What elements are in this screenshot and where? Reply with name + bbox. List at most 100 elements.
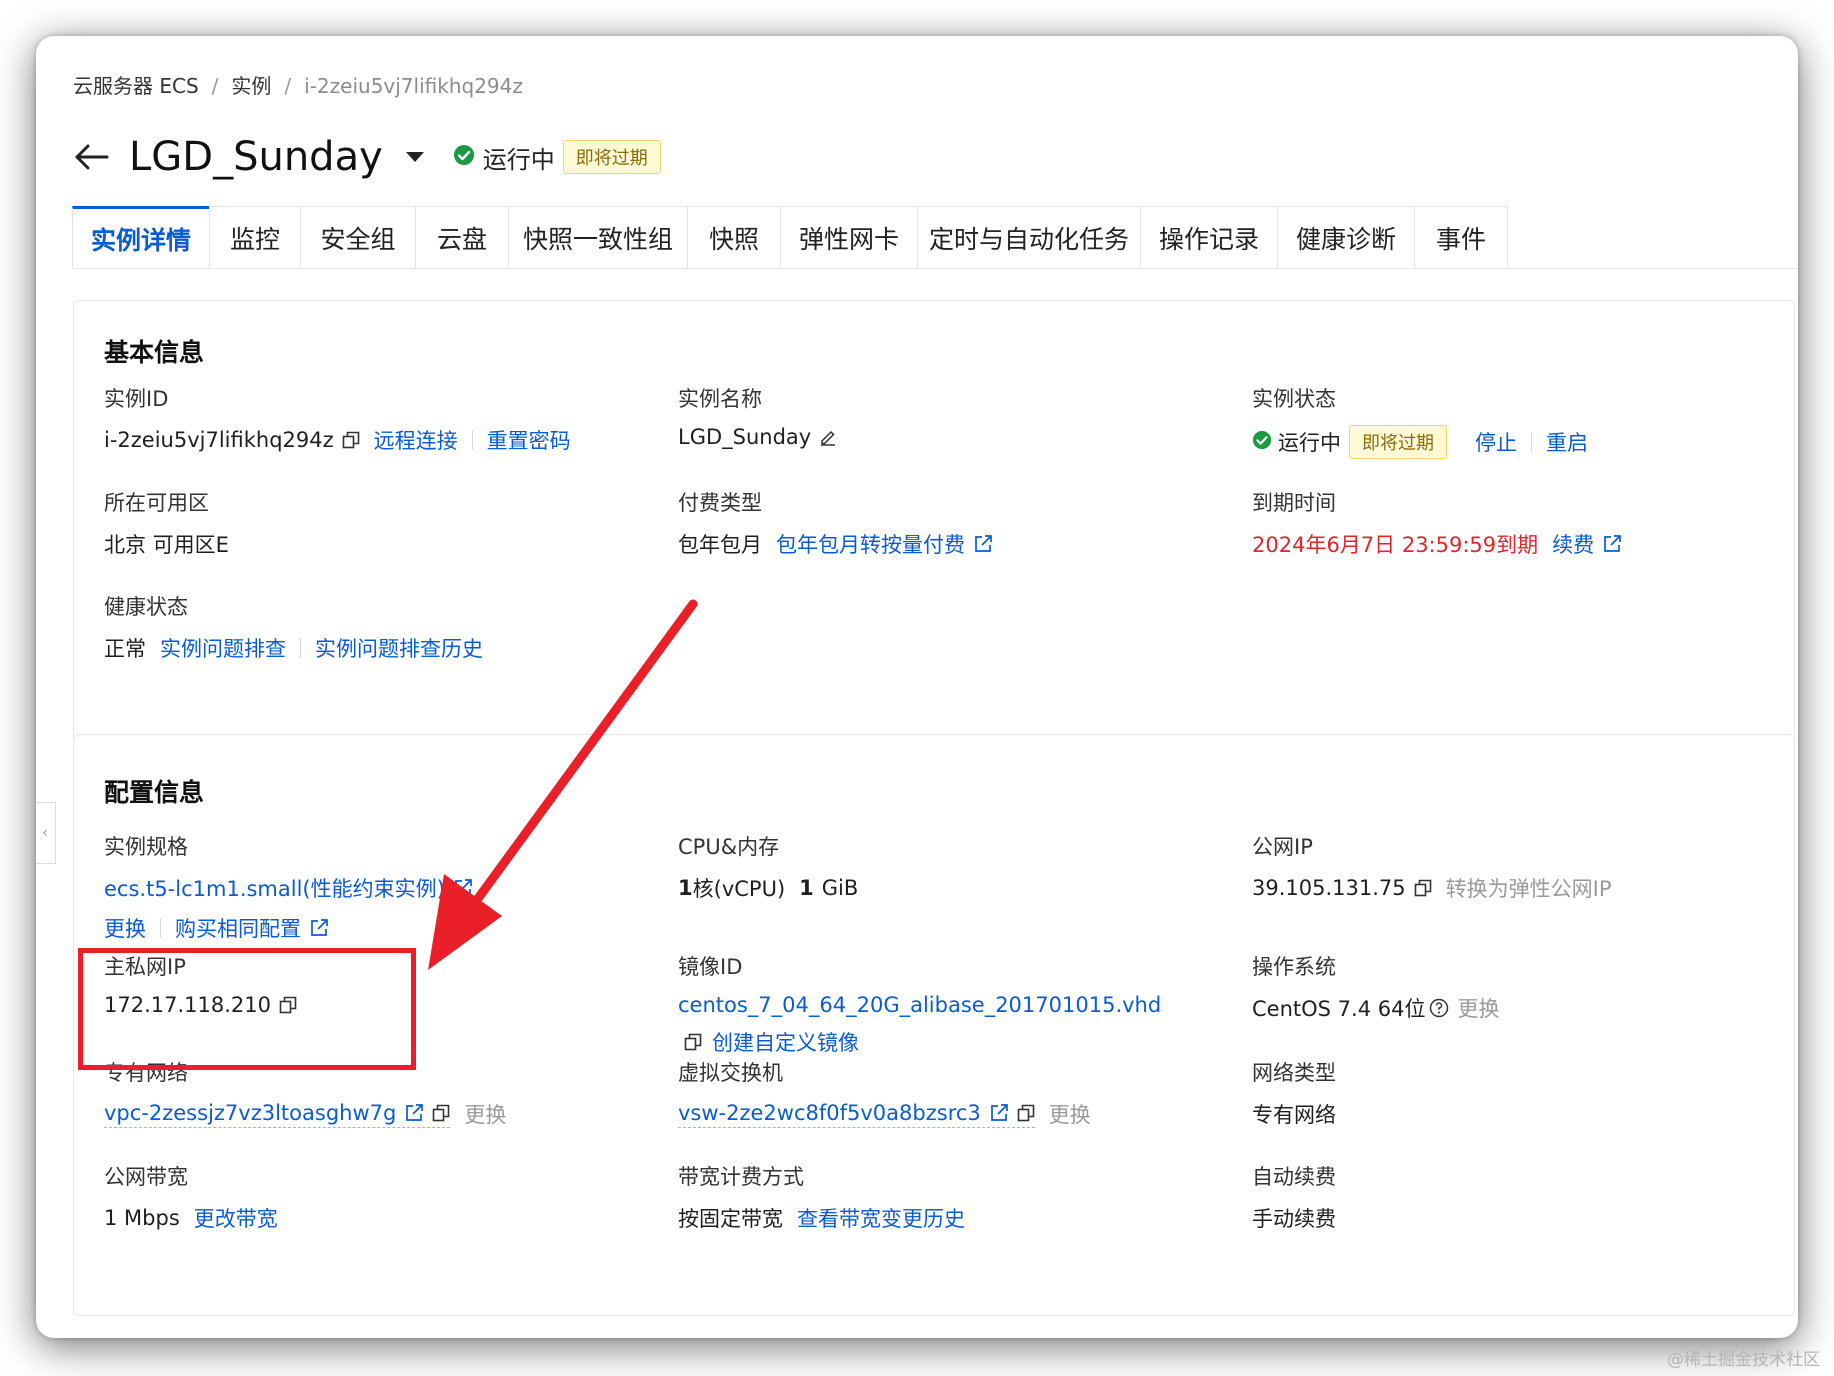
copy-icon[interactable] [1017, 1104, 1035, 1122]
divider [300, 638, 301, 658]
external-link-icon[interactable] [1602, 534, 1622, 554]
instance-id-value: i-2zeiu5vj7lifikhq294z [104, 428, 334, 452]
check-circle-icon [453, 144, 475, 170]
copy-icon[interactable] [1414, 879, 1432, 897]
instance-name-value: LGD_Sunday [678, 425, 812, 449]
field-vswitch: 虚拟交换机 vsw-2ze2wc8f0f5v0a8bzsrc3 更换 [678, 1057, 1091, 1129]
tab-snapshots[interactable]: 快照 [687, 206, 781, 268]
health-status-value: 正常 [104, 637, 146, 661]
tab-health-diagnosis[interactable]: 健康诊断 [1277, 206, 1415, 268]
troubleshoot-link[interactable]: 实例问题排查 [160, 633, 286, 663]
config-info-title: 配置信息 [104, 778, 205, 807]
change-os-action[interactable]: 更换 [1457, 993, 1499, 1023]
image-id-link[interactable]: centos_7_04_64_20G_alibase_201701015.vhd [678, 993, 1161, 1017]
convert-to-eip-action[interactable]: 转换为弹性公网IP [1446, 873, 1612, 903]
copy-icon[interactable] [684, 1033, 702, 1051]
instance-spec-link[interactable]: ecs.t5-lc1m1.small(性能约束实例) [104, 873, 445, 903]
field-label: 操作系统 [1252, 955, 1336, 979]
tab-monitoring[interactable]: 监控 [209, 206, 301, 268]
field-network-type: 网络类型 专有网络 [1252, 1057, 1336, 1129]
field-label: 公网带宽 [104, 1165, 188, 1189]
field-label: 带宽计费方式 [678, 1165, 804, 1189]
status-text: 运行中 [482, 145, 555, 174]
cpu-count: 1 [678, 876, 693, 900]
bandwidth-value: 1 Mbps [104, 1206, 180, 1230]
breadcrumb-separator: / [284, 74, 292, 98]
reset-password-link[interactable]: 重置密码 [487, 425, 571, 455]
change-spec-link[interactable]: 更换 [104, 913, 146, 943]
field-label: 实例名称 [678, 387, 762, 411]
vpc-link[interactable]: vpc-2zessjz7vz3ltoasghw7g [104, 1101, 396, 1125]
switch-to-pay-as-you-go-link[interactable]: 包年包月转按量付费 [776, 529, 965, 559]
status-badge: 即将过期 [562, 140, 661, 174]
auto-renew-value: 手动续费 [1252, 1207, 1336, 1231]
external-link-icon[interactable] [309, 918, 329, 938]
renew-link[interactable]: 续费 [1552, 529, 1594, 559]
tab-security-group[interactable]: 安全组 [300, 206, 416, 268]
page-header: LGD_Sunday 运行中 即将过期 [73, 122, 661, 192]
field-public-ip: 公网IP 39.105.131.75 转换为弹性公网IP [1252, 831, 1612, 903]
chevron-down-icon[interactable] [405, 148, 425, 167]
memory-size: 1 [799, 876, 814, 900]
copy-icon[interactable] [342, 431, 360, 449]
vswitch-link[interactable]: vsw-2ze2wc8f0f5v0a8bzsrc3 [678, 1101, 981, 1125]
cpu-unit: 核(vCPU) [692, 877, 786, 901]
field-instance-spec: 实例规格 ecs.t5-lc1m1.small(性能约束实例) 更换 购买相同配… [104, 831, 473, 943]
divider [160, 918, 161, 938]
breadcrumb-instances[interactable]: 实例 [231, 74, 271, 98]
buy-same-config-link[interactable]: 购买相同配置 [175, 913, 301, 943]
os-value: CentOS 7.4 64位 [1252, 997, 1426, 1021]
status-badge: 即将过期 [1349, 425, 1447, 459]
back-arrow-icon[interactable] [73, 143, 109, 171]
create-custom-image-link[interactable]: 创建自定义镜像 [712, 1027, 859, 1057]
field-label: 网络类型 [1252, 1061, 1336, 1085]
tab-disks[interactable]: 云盘 [415, 206, 509, 268]
sidebar-toggle[interactable]: ‹ [36, 802, 56, 864]
help-circle-icon[interactable] [1429, 998, 1449, 1018]
tab-eni[interactable]: 弹性网卡 [780, 206, 918, 268]
zone-value: 北京 可用区E [104, 533, 229, 557]
field-billing-type: 付费类型 包年包月 包年包月转按量付费 [678, 487, 993, 559]
breadcrumb-ecs[interactable]: 云服务器 ECS [73, 74, 199, 98]
field-label: 自动续费 [1252, 1165, 1336, 1189]
change-bandwidth-link[interactable]: 更改带宽 [194, 1203, 278, 1233]
basic-info-card: 基本信息 实例ID i-2zeiu5vj7lifikhq294z 远程连接 重置… [73, 300, 1795, 742]
watermark: @稀土掘金技术社区 [1667, 1350, 1820, 1370]
remote-connect-link[interactable]: 远程连接 [374, 425, 458, 455]
chevron-left-icon: ‹ [42, 825, 48, 841]
tab-events[interactable]: 事件 [1414, 206, 1508, 268]
field-instance-name: 实例名称 LGD_Sunday [678, 383, 837, 449]
field-label: 实例ID [104, 387, 169, 411]
change-vpc-action[interactable]: 更换 [464, 1099, 506, 1129]
tab-instance-details[interactable]: 实例详情 [72, 206, 210, 268]
external-link-icon[interactable] [404, 1103, 424, 1123]
copy-icon[interactable] [432, 1104, 450, 1122]
restart-link[interactable]: 重启 [1546, 427, 1588, 457]
tab-snapshot-consistency-group[interactable]: 快照一致性组 [508, 206, 688, 268]
annotation-highlight-box [78, 948, 416, 1070]
billing-type-value: 包年包月 [678, 533, 762, 557]
change-vswitch-action[interactable]: 更换 [1049, 1099, 1091, 1129]
field-label: 到期时间 [1252, 491, 1336, 515]
field-image-id: 镜像ID centos_7_04_64_20G_alibase_20170101… [678, 951, 1161, 1057]
field-zone: 所在可用区 北京 可用区E [104, 487, 229, 559]
field-label: 镜像ID [678, 955, 743, 979]
tab-scheduled-tasks[interactable]: 定时与自动化任务 [917, 206, 1141, 268]
divider [471, 430, 473, 450]
field-label: 所在可用区 [104, 491, 209, 515]
external-link-icon[interactable] [973, 534, 993, 554]
page-title: LGD_Sunday [129, 134, 383, 180]
tab-bar: 实例详情 监控 安全组 云盘 快照一致性组 快照 弹性网卡 定时与自动化任务 操… [72, 206, 1798, 269]
breadcrumb: 云服务器 ECS / 实例 / i-2zeiu5vj7lifikhq294z [73, 70, 523, 99]
external-link-icon[interactable] [453, 878, 473, 898]
field-label: 虚拟交换机 [678, 1061, 783, 1085]
field-bandwidth-billing: 带宽计费方式 按固定带宽 查看带宽变更历史 [678, 1161, 965, 1233]
external-link-icon[interactable] [989, 1103, 1009, 1123]
field-bandwidth: 公网带宽 1 Mbps 更改带宽 [104, 1161, 278, 1233]
tab-operation-logs[interactable]: 操作记录 [1140, 206, 1278, 268]
edit-pencil-icon[interactable] [819, 428, 837, 446]
bandwidth-history-link[interactable]: 查看带宽变更历史 [797, 1203, 965, 1233]
troubleshoot-history-link[interactable]: 实例问题排查历史 [315, 633, 483, 663]
check-circle-icon [1252, 430, 1272, 455]
stop-link[interactable]: 停止 [1475, 427, 1517, 457]
